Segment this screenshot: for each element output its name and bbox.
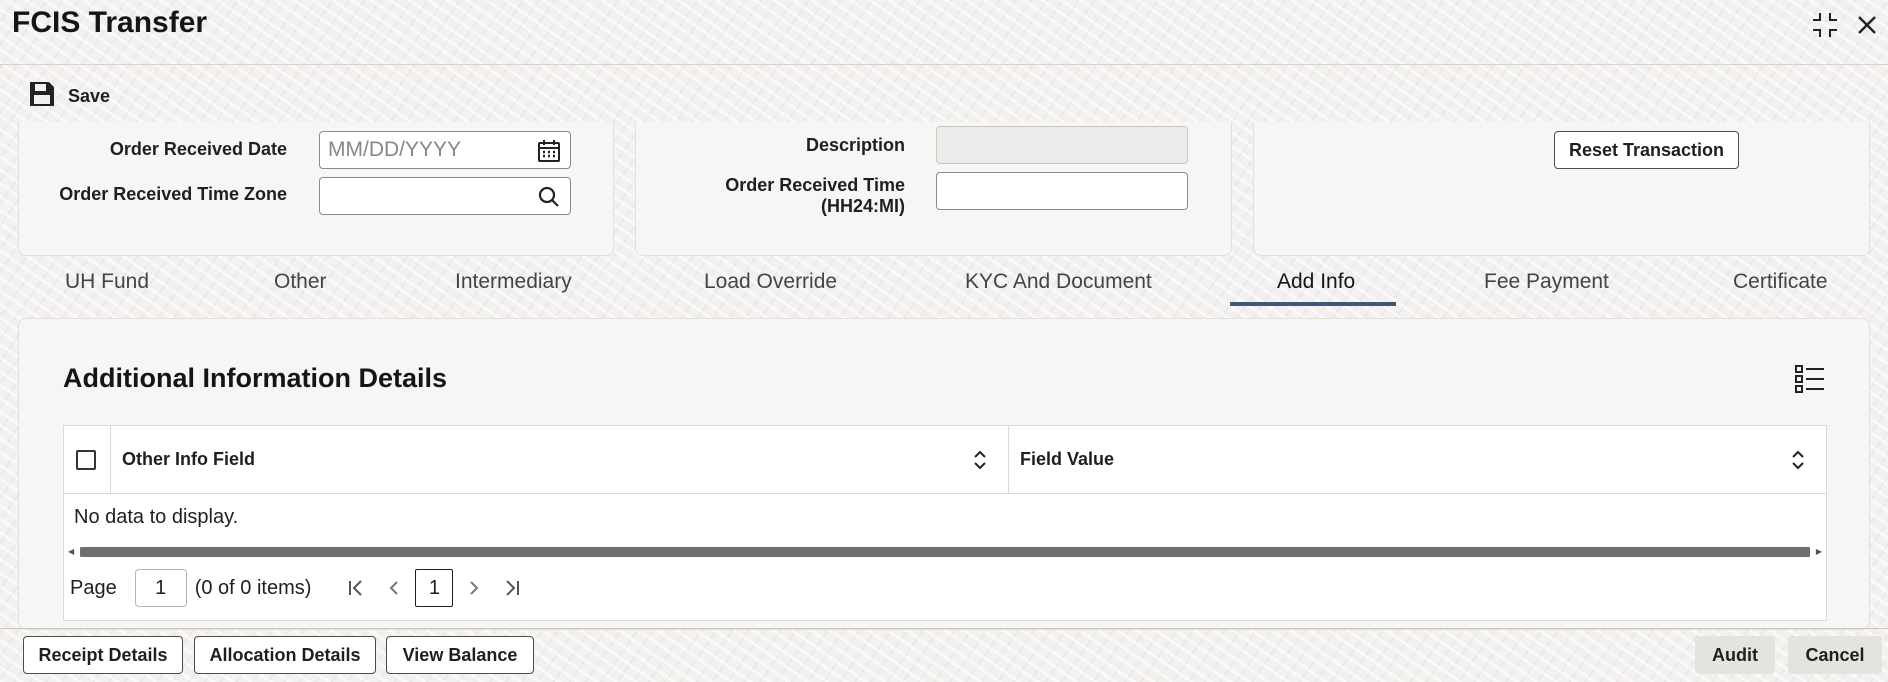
tab-add-info[interactable]: Add Info [1277, 270, 1355, 294]
order-received-date-field[interactable]: MM/DD/YYYY [319, 131, 571, 169]
section-title: Additional Information Details [63, 363, 448, 393]
order-received-time-label-line1: Order Received Time [725, 175, 905, 195]
order-received-time-zone-field[interactable] [319, 177, 571, 215]
description-label: Description [805, 135, 905, 155]
scroll-right-icon[interactable]: ▶ [1816, 547, 1822, 556]
order-received-time-label-line2: (HH24:MI) [821, 196, 905, 216]
additional-info-table: Other Info Field Field Value No data to … [63, 425, 1827, 621]
reset-transaction-button[interactable]: Reset Transaction [1554, 131, 1739, 169]
save-icon [28, 80, 56, 113]
items-count: (0 of 0 items) [194, 576, 312, 599]
page-number-input[interactable]: 1 [134, 569, 187, 607]
tab-kyc-and-document[interactable]: KYC And Document [965, 270, 1152, 294]
tab-intermediary[interactable]: Intermediary [455, 270, 572, 294]
additional-info-section: Additional Information Details Other Inf… [18, 318, 1870, 630]
column-header-field-value[interactable]: Field Value [1020, 449, 1114, 470]
scrollbar-thumb[interactable] [80, 547, 1810, 557]
save-label: Save [68, 86, 111, 106]
description-panel: Description Order Received Time (HH24:MI… [635, 122, 1232, 256]
order-received-time-label: Order Received Time (HH24:MI) [725, 175, 905, 217]
actions-panel: Reset Transaction [1253, 122, 1870, 256]
sort-icon[interactable] [1790, 448, 1806, 472]
allocation-details-button[interactable]: Allocation Details [194, 636, 376, 674]
header-divider [0, 64, 1888, 65]
tab-uh-fund[interactable]: UH Fund [65, 270, 149, 294]
page-title: FCIS Transfer [12, 6, 208, 39]
column-divider [1008, 426, 1009, 494]
first-page-icon[interactable] [341, 573, 371, 603]
tab-bar: UH Fund Other Intermediary Load Override… [0, 262, 1888, 310]
empty-table-message: No data to display. [74, 506, 239, 528]
current-page-button[interactable]: 1 [415, 569, 454, 607]
calendar-icon[interactable] [536, 138, 562, 164]
last-page-icon[interactable] [497, 573, 527, 603]
list-view-icon[interactable] [1795, 365, 1825, 393]
select-all-checkbox[interactable] [76, 450, 96, 470]
tab-fee-payment[interactable]: Fee Payment [1484, 270, 1609, 294]
tab-other[interactable]: Other [274, 270, 327, 294]
page-label: Page [70, 576, 117, 599]
tab-certificate[interactable]: Certificate [1733, 270, 1828, 294]
description-field [936, 126, 1188, 164]
audit-button[interactable]: Audit [1695, 636, 1775, 674]
tab-load-override[interactable]: Load Override [704, 270, 837, 294]
window-controls [1810, 10, 1882, 40]
collapse-icon[interactable] [1810, 10, 1840, 40]
horizontal-scrollbar[interactable]: ◀ ▶ [68, 544, 1822, 558]
table-header: Other Info Field Field Value [64, 426, 1826, 494]
column-divider [110, 426, 111, 494]
previous-page-icon[interactable] [379, 573, 409, 603]
pagination: Page 1 (0 of 0 items) 1 [70, 568, 527, 608]
close-icon[interactable] [1852, 10, 1882, 40]
search-icon[interactable] [536, 184, 562, 210]
column-header-other-info-field[interactable]: Other Info Field [122, 449, 255, 470]
order-received-date-label: Order Received Date [109, 139, 287, 159]
order-received-time-field[interactable] [936, 172, 1188, 210]
order-received-time-zone-label: Order Received Time Zone [59, 184, 287, 204]
cancel-button[interactable]: Cancel [1788, 636, 1882, 674]
next-page-icon[interactable] [459, 573, 489, 603]
scroll-left-icon[interactable]: ◀ [68, 547, 74, 556]
sort-icon[interactable] [972, 448, 988, 472]
date-placeholder: MM/DD/YYYY [328, 138, 462, 161]
receipt-details-button[interactable]: Receipt Details [23, 636, 183, 674]
footer-divider [0, 628, 1888, 629]
active-tab-indicator [1230, 302, 1396, 306]
order-date-panel: Order Received Date MM/DD/YYYY Order Rec… [18, 122, 614, 256]
view-balance-button[interactable]: View Balance [386, 636, 534, 674]
save-button[interactable]: Save [28, 80, 110, 113]
